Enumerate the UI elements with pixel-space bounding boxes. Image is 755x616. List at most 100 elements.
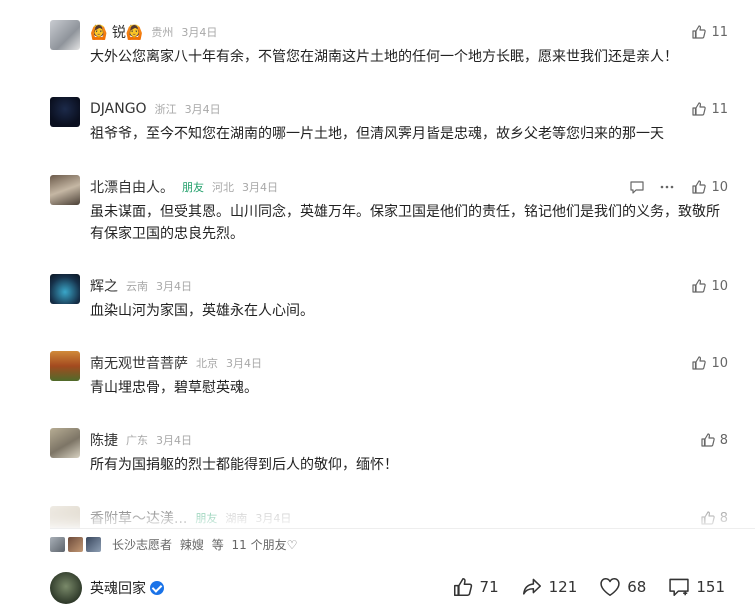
comment-date: 3月4日 [156,280,192,293]
comment-text: 所有为国捐躯的烈士都能得到后人的敬仰，缅怀！ [90,457,398,473]
comment-date: 3月4日 [255,512,292,525]
comment-text: 青山埋忠骨，碧草慰英魂。 [90,380,258,396]
like-count: 10 [711,278,728,294]
like-count: 10 [711,179,728,195]
comment-item: 南无观世音菩萨 北京 3月4日 青山埋忠骨，碧草慰英魂。 10 [0,351,755,411]
commenter-location: 云南 [126,280,148,293]
thumb-up-icon [691,355,707,371]
comment-actions: 10 [615,177,728,197]
heart-icon [599,576,621,598]
share-icon [521,576,543,598]
post-footer: 英魂回家 71 121 68 151 [0,560,755,616]
like-count: 10 [711,355,728,371]
comment-date: 3月4日 [242,181,278,194]
friend-avatar [50,536,65,552]
comment-item: 香附草～达渼... 朋友 湖南 3月4日 8 [0,506,755,528]
thumb-up-icon [691,24,707,40]
commenter-name[interactable]: DJANGO [90,101,147,117]
commenter-location: 浙江 [154,103,177,116]
avatar[interactable] [50,428,80,458]
like-button[interactable]: 11 [691,22,728,42]
commenter-location: 北京 [196,357,218,370]
like-post-button[interactable]: 71 [452,576,499,598]
friends-count: 11 个朋友♡ [231,537,298,552]
thumb-up-icon [691,278,707,294]
comment-date: 3月4日 [184,103,221,116]
friend-avatar [86,536,101,552]
friend-badge: 朋友 [182,181,204,194]
commenter-location: 广东 [126,434,148,447]
comment-date: 3月4日 [181,26,218,39]
comment-header: 辉之 云南 3月4日 [90,276,192,296]
commenter-location: 河北 [212,181,234,194]
friends-liked-bar[interactable]: 长沙志愿者 辣嫂 等 11 个朋友♡ [50,533,301,555]
comment-text: 祖爷爷，至今不知您在湖南的哪一片土地，但清风霁月皆是忠魂，故乡父老等您归来的那一… [90,126,664,142]
thumb-up-icon [700,432,716,448]
avatar[interactable] [50,351,80,381]
comment-header: 北漂自由人。 朋友 河北 3月4日 [90,177,278,197]
thumb-up-icon [700,510,716,526]
like-button[interactable]: 8 [700,430,728,450]
commenter-name[interactable]: 辉之 [90,276,118,296]
commenter-name[interactable]: 陈捷 [90,430,118,450]
comment-item: 北漂自由人。 朋友 河北 3月4日 虽未谋面，但受其恩。山川同念，英雄万年。保家… [0,175,755,255]
thumb-up-icon [691,179,707,195]
avatar[interactable] [50,175,80,205]
more-icon[interactable] [659,179,675,195]
like-button[interactable]: 8 [700,508,728,528]
friend-name: 辣嫂 [179,537,204,552]
comment-item: 🙆 锐🙆 贵州 3月4日 大外公您离家八十年有余，不管您在湖南这片土地的任何一个… [0,20,755,80]
favorite-count: 68 [627,578,647,596]
avatar[interactable] [50,20,80,50]
avatar[interactable] [50,274,80,304]
comment-list: 🙆 锐🙆 贵州 3月4日 大外公您离家八十年有余，不管您在湖南这片土地的任何一个… [0,0,755,528]
comment-header: DJANGO 浙江 3月4日 [90,99,221,119]
friend-avatar [68,536,83,552]
author-avatar[interactable] [50,572,82,604]
share-count: 121 [548,578,578,596]
reply-icon[interactable] [629,179,645,195]
commenter-name[interactable]: 北漂自由人。 [90,177,174,197]
share-button[interactable]: 121 [521,576,578,598]
favorite-button[interactable]: 68 [599,576,646,598]
divider [50,528,755,529]
comment-item: DJANGO 浙江 3月4日 祖爷爷，至今不知您在湖南的哪一片土地，但清风霁月皆… [0,97,755,157]
verified-icon [150,581,164,595]
like-count: 11 [711,24,728,40]
comment-button[interactable]: 151 [668,576,725,598]
like-button[interactable]: 11 [691,99,728,119]
commenter-name[interactable]: 南无观世音菩萨 [90,353,188,373]
commenter-name[interactable]: 🙆 锐🙆 [90,22,143,42]
like-button[interactable]: 10 [691,179,728,195]
comment-icon [668,576,690,598]
comment-date: 3月4日 [156,434,192,447]
like-count: 8 [719,510,728,526]
comment-text: 大外公您离家八十年有余，不管您在湖南这片土地的任何一个地方长眠，愿来世我们还是亲… [90,49,678,65]
like-button[interactable]: 10 [691,276,728,296]
comment-header: 陈捷 广东 3月4日 [90,430,192,450]
author-name-text: 英魂回家 [90,581,146,597]
commenter-name[interactable]: 香附草～达渼... [90,508,187,528]
like-count: 8 [719,432,728,448]
comment-item: 陈捷 广东 3月4日 所有为国捐躯的烈士都能得到后人的敬仰，缅怀！ 8 [0,428,755,488]
comment-header: 南无观世音菩萨 北京 3月4日 [90,353,262,373]
author-name[interactable]: 英魂回家 [90,578,164,598]
friend-name: 长沙志愿者 [112,537,173,552]
comment-text: 虽未谋面，但受其恩。山川同念，英雄万年。保家卫国是他们的责任，铭记他们是我们的义… [90,204,720,242]
friends-connector: 等 [211,537,224,552]
avatar[interactable] [50,97,80,127]
comment-item: 辉之 云南 3月4日 血染山河为家国，英雄永在人心间。 10 [0,274,755,334]
avatar[interactable] [50,506,80,528]
friends-liked-text: 长沙志愿者 辣嫂 等 11 个朋友♡ [112,536,301,553]
like-count: 11 [711,101,728,117]
thumb-up-icon [691,101,707,117]
commenter-location: 湖南 [225,512,248,525]
thumb-up-icon [452,576,474,598]
comment-text: 血染山河为家国，英雄永在人心间。 [90,303,314,319]
post-like-count: 71 [479,578,499,596]
friend-badge: 朋友 [195,512,218,525]
comment-header: 香附草～达渼... 朋友 湖南 3月4日 [90,508,291,528]
comment-count: 151 [696,578,725,596]
commenter-location: 贵州 [151,26,174,39]
like-button[interactable]: 10 [691,353,728,373]
